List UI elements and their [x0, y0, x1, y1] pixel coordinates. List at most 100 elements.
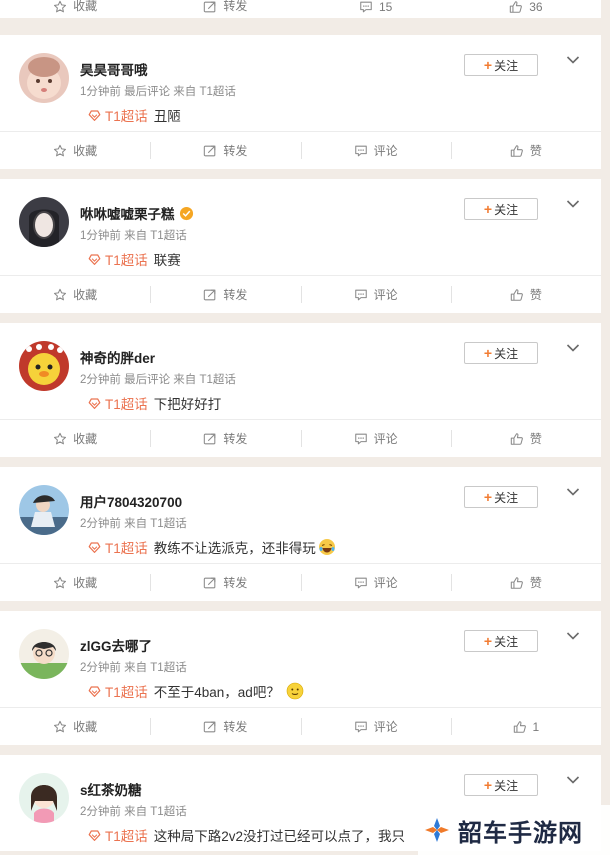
comment-icon	[354, 432, 368, 446]
follow-button[interactable]: + 关注	[464, 198, 538, 220]
thumbs-up-icon	[513, 720, 527, 734]
thumbs-up-icon	[510, 576, 524, 590]
username[interactable]: 用户7804320700	[80, 491, 182, 511]
follow-button[interactable]: + 关注	[464, 774, 538, 796]
topic-link[interactable]: T1超话	[88, 249, 148, 269]
repost-button[interactable]: 转发	[150, 132, 300, 169]
avatar[interactable]	[19, 197, 69, 247]
chevron-down-icon[interactable]	[566, 487, 580, 497]
star-icon	[53, 288, 67, 302]
comment-count: 15	[378, 0, 393, 14]
repost-icon	[203, 288, 217, 302]
action-bar: 收藏 转发 评论 赞	[0, 275, 601, 313]
comment-button[interactable]: 评论	[300, 564, 451, 601]
avatar[interactable]	[19, 485, 69, 535]
action-bar: 收藏 转发 评论 赞	[0, 563, 601, 601]
follow-button[interactable]: + 关注	[464, 342, 538, 364]
repost-button[interactable]: 转发	[150, 420, 300, 457]
like-button[interactable]: 赞	[450, 420, 601, 457]
topic-link[interactable]: T1超话	[88, 105, 148, 125]
like-button[interactable]: 1	[450, 708, 601, 745]
comment-button[interactable]: 评论	[300, 276, 451, 313]
post-meta: 2分钟前 来自 T1超话	[80, 806, 187, 818]
post-card: 神奇的胖der 2分钟前 最后评论 来自 T1超话 T1超话 下把好好打 + 关注…	[0, 323, 601, 457]
follow-button[interactable]: + 关注	[464, 486, 538, 508]
post-text: 教练不让选派克，还非得玩	[153, 541, 316, 556]
topic-link[interactable]: T1超话	[88, 393, 148, 413]
action-bar: 收藏 转发 评论 1	[0, 707, 601, 745]
comment-button[interactable]: 评论	[300, 708, 451, 745]
verified-badge-icon	[179, 206, 193, 220]
favorite-button[interactable]: 收藏	[0, 564, 150, 601]
star-icon	[53, 576, 67, 590]
repost-button[interactable]: 转发	[150, 564, 300, 601]
post-content: T1超话 联赛	[88, 249, 181, 269]
post-content: T1超话 教练不让选派克，还非得玩	[88, 537, 336, 557]
repost-icon	[203, 144, 217, 158]
username[interactable]: 神奇的胖der	[80, 347, 155, 367]
chevron-down-icon[interactable]	[566, 199, 580, 209]
watermark-logo-icon	[425, 818, 449, 842]
chevron-down-icon[interactable]	[566, 631, 580, 641]
repost-icon	[203, 576, 217, 590]
topic-icon	[88, 829, 101, 842]
follow-button[interactable]: + 关注	[464, 54, 538, 76]
post-card: 用户7804320700 2分钟前 来自 T1超话 T1超话 教练不让选派克，还…	[0, 467, 601, 601]
topic-icon	[88, 397, 101, 410]
topic-link[interactable]: T1超话	[88, 537, 148, 557]
comment-button[interactable]: 评论	[300, 132, 451, 169]
like-count: 36	[529, 0, 543, 14]
username[interactable]: s红茶奶糖	[80, 779, 142, 799]
like-button[interactable]: 36	[451, 0, 601, 18]
repost-button[interactable]: 转发	[150, 0, 300, 18]
comment-button[interactable]: 15	[301, 0, 451, 18]
post-meta: 1分钟前 最后评论 来自 T1超话	[80, 86, 236, 98]
like-button[interactable]: 赞	[450, 132, 601, 169]
repost-button[interactable]: 转发	[150, 708, 300, 745]
thumbs-up-icon	[510, 432, 524, 446]
comment-icon	[354, 144, 368, 158]
post-meta: 2分钟前 来自 T1超话	[80, 662, 187, 674]
smile-emoji-icon	[286, 682, 304, 700]
comment-icon	[354, 288, 368, 302]
avatar[interactable]	[19, 629, 69, 679]
username[interactable]: zlGG去哪了	[80, 635, 152, 655]
comment-icon	[359, 0, 373, 14]
star-icon	[53, 720, 67, 734]
favorite-button[interactable]: 收藏	[0, 708, 150, 745]
action-bar: 收藏 转发 15 36	[0, 0, 601, 18]
like-button[interactable]: 赞	[450, 276, 601, 313]
post-meta: 2分钟前 来自 T1超话	[80, 518, 187, 530]
favorite-label: 收藏	[73, 0, 98, 13]
topic-icon	[88, 109, 101, 122]
favorite-button[interactable]: 收藏	[0, 0, 150, 18]
post-text: 这种局下路2v2没打过已经可以点了，我只	[153, 829, 406, 844]
chevron-down-icon[interactable]	[566, 775, 580, 785]
repost-button[interactable]: 转发	[150, 276, 300, 313]
repost-label: 转发	[223, 0, 248, 13]
post-content: T1超话 这种局下路2v2没打过已经可以点了，我只	[88, 825, 405, 845]
avatar[interactable]	[19, 341, 69, 391]
comment-button[interactable]: 评论	[300, 420, 451, 457]
avatar[interactable]	[19, 53, 69, 103]
action-bar: 收藏 转发 评论 赞	[0, 419, 601, 457]
avatar[interactable]	[19, 773, 69, 823]
topic-link[interactable]: T1超话	[88, 825, 148, 845]
thumbs-up-icon	[510, 144, 524, 158]
like-button[interactable]: 赞	[450, 564, 601, 601]
star-icon	[53, 0, 67, 14]
chevron-down-icon[interactable]	[566, 55, 580, 65]
post-content: T1超话 不至于4ban，ad吧？	[88, 681, 304, 701]
favorite-button[interactable]: 收藏	[0, 276, 150, 313]
username[interactable]: 昊昊哥哥哦	[80, 59, 148, 79]
favorite-button[interactable]: 收藏	[0, 420, 150, 457]
topic-link[interactable]: T1超话	[88, 681, 148, 701]
repost-icon	[203, 720, 217, 734]
favorite-button[interactable]: 收藏	[0, 132, 150, 169]
thumbs-up-icon	[509, 0, 523, 14]
username[interactable]: 咻咻嘘嘘栗子糕	[80, 203, 194, 223]
chevron-down-icon[interactable]	[566, 343, 580, 353]
post-card: zlGG去哪了 2分钟前 来自 T1超话 T1超话 不至于4ban，ad吧？ +…	[0, 611, 601, 745]
follow-button[interactable]: + 关注	[464, 630, 538, 652]
comment-icon	[354, 576, 368, 590]
